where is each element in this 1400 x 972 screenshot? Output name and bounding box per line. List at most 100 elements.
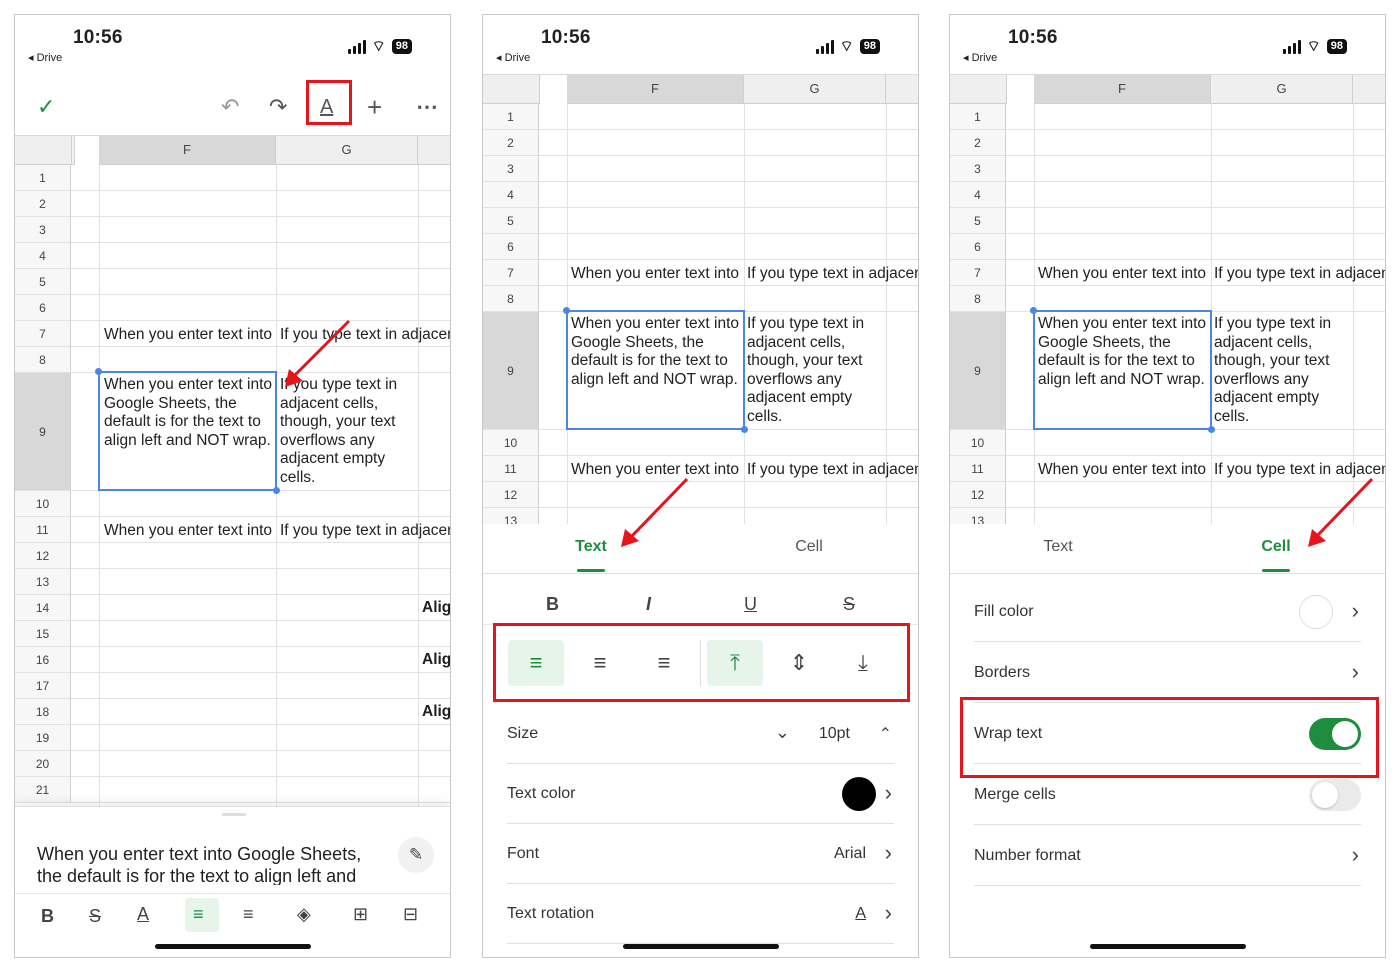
row-header-11[interactable]: 11 (950, 456, 1006, 482)
cell-g7[interactable]: If you type text in adjacent cells, thou… (747, 265, 918, 284)
row-header-12[interactable]: 12 (950, 482, 1006, 508)
back-to-drive[interactable]: ◂ Drive (496, 51, 530, 64)
row-header-20[interactable]: 20 (15, 751, 71, 777)
cell-f7[interactable]: When you enter text into Google Sheets, … (571, 265, 744, 284)
row-header-9[interactable]: 9 (483, 312, 539, 430)
row-header-6[interactable]: 6 (15, 295, 71, 321)
row-header-3[interactable]: 3 (15, 217, 71, 243)
underline-icon[interactable]: U (744, 594, 757, 615)
row-header-11[interactable]: 11 (15, 517, 71, 543)
row-header-10[interactable]: 10 (950, 430, 1006, 456)
row-header-3[interactable]: 3 (950, 156, 1006, 182)
row-header-8[interactable]: 8 (483, 286, 539, 312)
fill-color-row[interactable]: Fill color › (974, 582, 1361, 642)
tab-text[interactable]: Text (998, 538, 1118, 556)
size-row[interactable]: Size ⌄ 10pt ⌃ (507, 704, 894, 764)
row-header-5[interactable]: 5 (483, 208, 539, 234)
row-header-1[interactable]: 1 (950, 104, 1006, 130)
italic-icon[interactable]: I (646, 594, 651, 615)
plus-icon[interactable]: + (367, 93, 382, 121)
row-header-13[interactable]: 13 (15, 569, 71, 595)
row-header-9[interactable]: 9 (15, 373, 71, 491)
align-left-icon[interactable]: ≡ (193, 904, 204, 925)
row-header-1[interactable]: 1 (15, 165, 71, 191)
borders-row[interactable]: Borders › (974, 643, 1361, 703)
row-header-17[interactable]: 17 (15, 673, 71, 699)
cell-h18[interactable]: Alig (422, 703, 450, 722)
row-header-9[interactable]: 9 (950, 312, 1006, 430)
column-header-h[interactable] (1353, 75, 1385, 104)
selection-handle-top[interactable] (563, 307, 570, 314)
check-icon[interactable]: ✓ (37, 93, 55, 121)
row-header-8[interactable]: 8 (950, 286, 1006, 312)
column-header-f[interactable]: F (567, 75, 744, 104)
row-header-7[interactable]: 7 (950, 260, 1006, 286)
row-header-7[interactable]: 7 (483, 260, 539, 286)
row-header-8[interactable]: 8 (15, 347, 71, 373)
row-header-4[interactable]: 4 (15, 243, 71, 269)
redo-icon[interactable]: ↷ (269, 93, 287, 121)
merge-cells-toggle[interactable] (1309, 779, 1361, 811)
back-to-drive[interactable]: ◂ Drive (28, 51, 62, 64)
row-header-10[interactable]: 10 (483, 430, 539, 456)
column-header-h[interactable] (886, 75, 918, 104)
color-swatch[interactable] (842, 777, 876, 811)
row-header-5[interactable]: 5 (950, 208, 1006, 234)
tab-cell[interactable]: Cell (749, 538, 869, 556)
insert-column-icon[interactable]: ⊟ (403, 904, 418, 925)
row-header-4[interactable]: 4 (950, 182, 1006, 208)
insert-row-icon[interactable]: ⊞ (353, 904, 368, 925)
row-header-16[interactable]: 16 (15, 647, 71, 673)
row-header-1[interactable]: 1 (483, 104, 539, 130)
merge-cells-row[interactable]: Merge cells (974, 765, 1361, 825)
strikethrough-icon[interactable]: S (89, 906, 101, 927)
row-header-3[interactable]: 3 (483, 156, 539, 182)
row-header-2[interactable]: 2 (15, 191, 71, 217)
column-header-g[interactable]: G (1211, 75, 1353, 104)
undo-icon[interactable]: ↶ (221, 93, 239, 121)
pencil-icon[interactable]: ✎ (398, 837, 434, 873)
row-header-12[interactable]: 12 (483, 482, 539, 508)
text-color-icon[interactable]: A (137, 904, 149, 925)
more-icon[interactable]: ⋯ (416, 93, 438, 121)
column-header-g[interactable]: G (744, 75, 886, 104)
row-header-21[interactable]: 21 (15, 777, 71, 803)
cell-f11[interactable]: When you enter text into Google Sheets, … (104, 522, 276, 541)
row-header-10[interactable]: 10 (15, 491, 71, 517)
column-header-f[interactable]: F (99, 136, 276, 165)
row-header-2[interactable]: 2 (483, 130, 539, 156)
row-header-18[interactable]: 18 (15, 699, 71, 725)
row-header-4[interactable]: 4 (483, 182, 539, 208)
cell-f7[interactable]: When you enter text into Google Sheets, … (1038, 265, 1211, 284)
cell-f11[interactable]: When you enter text into Google Sheets, … (1038, 461, 1211, 480)
cell-g11[interactable]: If you type text in adjacent cells, thou… (280, 522, 450, 541)
cell-h16[interactable]: Alig (422, 651, 450, 670)
number-format-row[interactable]: Number format › (974, 826, 1361, 886)
back-to-drive[interactable]: ◂ Drive (963, 51, 997, 64)
column-header-f[interactable]: F (1034, 75, 1211, 104)
chevron-down-icon[interactable]: ⌄ (775, 722, 790, 743)
row-header-5[interactable]: 5 (15, 269, 71, 295)
row-header-19[interactable]: 19 (15, 725, 71, 751)
corner-header[interactable] (950, 75, 1007, 104)
edit-bar-text[interactable]: When you enter text into Google Sheets, … (37, 843, 387, 885)
corner-header[interactable] (15, 136, 72, 165)
text-color-row[interactable]: Text color › (507, 764, 894, 824)
bold-icon[interactable]: B (546, 594, 559, 615)
cell-g9[interactable]: If you type text in adjacent cells, thou… (747, 315, 883, 426)
row-header-7[interactable]: 7 (15, 321, 71, 347)
selection-handle-top[interactable] (1030, 307, 1037, 314)
row-header-11[interactable]: 11 (483, 456, 539, 482)
row-header-6[interactable]: 6 (483, 234, 539, 260)
fill-color-swatch[interactable] (1299, 595, 1333, 629)
row-header-14[interactable]: 14 (15, 595, 71, 621)
column-header-h[interactable] (418, 136, 450, 165)
row-header-2[interactable]: 2 (950, 130, 1006, 156)
chevron-up-icon[interactable]: ⌃ (879, 724, 892, 744)
drag-handle[interactable] (222, 813, 246, 816)
strikethrough-icon[interactable]: S (843, 594, 855, 615)
text-rotation-row[interactable]: Text rotation A › (507, 884, 894, 944)
cell-g7[interactable]: If you type text in adjacent cells, thou… (1214, 265, 1385, 284)
row-header-15[interactable]: 15 (15, 621, 71, 647)
cell-g9[interactable]: If you type text in adjacent cells, thou… (1214, 315, 1350, 426)
